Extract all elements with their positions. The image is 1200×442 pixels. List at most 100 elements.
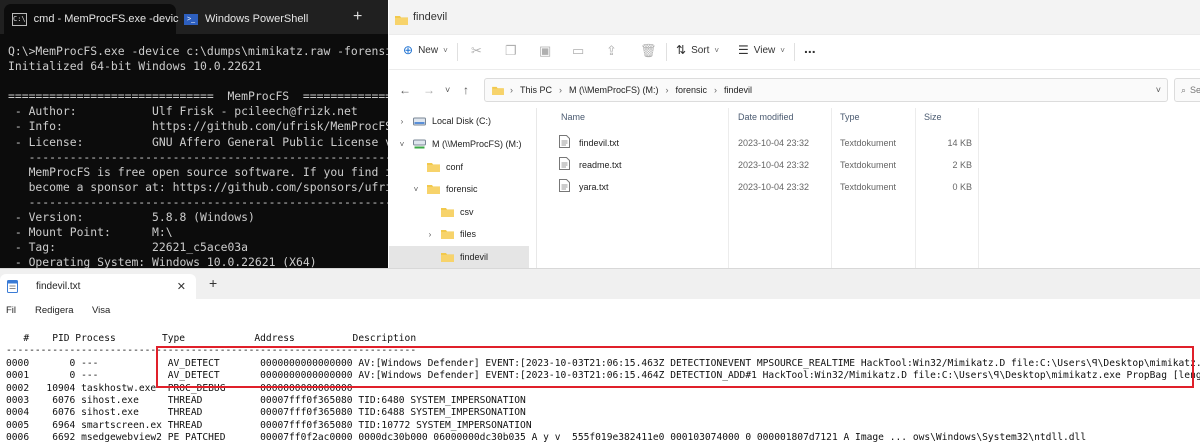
nav-item-files[interactable]: › files xyxy=(389,223,529,245)
folder-icon xyxy=(427,184,440,194)
new-tab-button[interactable]: + xyxy=(209,275,217,291)
terminal-tab-powershell[interactable]: >_ Windows PowerShell xyxy=(184,4,344,34)
command-bar: ⊕ New ˅ ✂ ❐ ▣ ▭ ⇪ 🗑 ⇅ Sort ˅ ☰ View ˅ ..… xyxy=(389,35,1200,70)
file-type: Textdokument xyxy=(840,138,897,148)
powershell-icon: >_ xyxy=(184,13,198,25)
nav-item-label: findevil xyxy=(460,252,489,262)
breadcrumb-chevron-icon: › xyxy=(510,85,513,95)
explorer-title-bar: findevil xyxy=(389,0,1200,35)
notepad-tab-findevil[interactable]: findevil.txt ✕ xyxy=(0,274,196,299)
terminal-tab-cmd[interactable]: C:\ cmd - MemProcFS.exe -devic ✕ xyxy=(4,4,196,34)
file-type: Textdokument xyxy=(840,182,897,192)
nav-item-label: files xyxy=(460,229,477,239)
divider xyxy=(457,43,458,61)
share-icon[interactable]: ⇪ xyxy=(606,43,617,59)
pane-divider xyxy=(536,108,537,268)
menu-view[interactable]: Visa xyxy=(92,305,110,316)
expand-chevron-icon[interactable]: ˅ xyxy=(411,185,421,194)
search-icon: ⌕ xyxy=(1181,84,1187,95)
menu-bar: Fil Redigera Visa xyxy=(0,299,1200,321)
breadcrumb-chevron-icon: › xyxy=(714,85,718,95)
highlight-annotation xyxy=(156,346,1194,388)
new-tab-button[interactable]: + xyxy=(353,8,362,26)
back-icon[interactable]: ← xyxy=(399,83,411,97)
search-input[interactable]: ⌕ Se xyxy=(1174,78,1200,102)
nav-item-findevil[interactable]: findevil xyxy=(389,246,529,268)
column-header-size[interactable]: Size xyxy=(924,112,942,122)
nav-item-label: conf xyxy=(446,162,464,172)
more-options-button[interactable]: ... xyxy=(804,40,816,56)
folder-icon xyxy=(441,229,454,239)
breadcrumb-drive[interactable]: M (\\MemProcFS) (M:) xyxy=(569,85,659,95)
new-button[interactable]: ⊕ New ˅ xyxy=(403,43,448,57)
text-file-icon xyxy=(559,179,570,194)
file-row[interactable]: findevil.txt 2023-10-04 23:32 Textdokument… xyxy=(541,132,1200,154)
file-row[interactable]: yara.txt 2023-10-04 23:32 Textdokument 0 KB xyxy=(541,176,1200,198)
nav-item-local-disk-c[interactable]: › Local Disk (C:) xyxy=(389,110,529,132)
delete-icon[interactable]: 🗑 xyxy=(640,43,657,59)
menu-file[interactable]: Fil xyxy=(6,305,16,316)
file-name: readme.txt xyxy=(579,160,622,170)
file-date: 2023-10-04 23:32 xyxy=(738,160,810,170)
rename-icon[interactable]: ▭ xyxy=(572,43,584,59)
view-button[interactable]: ☰ View ˅ xyxy=(738,43,785,57)
file-date: 2023-10-04 23:32 xyxy=(738,138,810,148)
chevron-down-icon: ˅ xyxy=(443,45,448,55)
file-list: Name Date modified Type Size findevil.tx… xyxy=(541,108,1200,268)
network-drive-icon xyxy=(413,139,426,149)
folder-icon xyxy=(441,252,454,262)
notepad-icon xyxy=(7,280,18,296)
nav-item-csv[interactable]: csv xyxy=(389,201,529,223)
file-size: 0 KB xyxy=(952,182,972,192)
navigation-pane: › Local Disk (C:) ˅ M (\\MemProcFS) (M:) con… xyxy=(389,108,529,268)
expand-chevron-icon[interactable]: › xyxy=(425,230,435,239)
nav-item-label: forensic xyxy=(446,184,478,194)
terminal-tab-label: cmd - MemProcFS.exe -devic xyxy=(33,13,179,25)
file-explorer-window[interactable]: findevil ⊕ New ˅ ✂ ❐ ▣ ▭ ⇪ 🗑 ⇅ Sort ˅ ☰ … xyxy=(389,0,1200,268)
sort-button[interactable]: ⇅ Sort ˅ xyxy=(676,43,719,57)
forward-icon[interactable]: → xyxy=(423,83,435,97)
file-date: 2023-10-04 23:32 xyxy=(738,182,810,192)
file-row[interactable]: readme.txt 2023-10-04 23:32 Textdokument 2 … xyxy=(541,154,1200,176)
sort-label: Sort xyxy=(691,44,710,56)
column-header-type[interactable]: Type xyxy=(840,112,860,122)
breadcrumb-chevron-icon: › xyxy=(559,85,563,95)
recent-chevron-icon[interactable]: ˅ xyxy=(445,85,450,95)
terminal-tab-label: Windows PowerShell xyxy=(205,13,309,25)
nav-item-m-memprocfs-m[interactable]: ˅ M (\\MemProcFS) (M:) xyxy=(389,133,529,155)
address-bar[interactable]: › This PC › M (\\MemProcFS) (M:) › foren… xyxy=(484,78,1168,102)
text-file-icon xyxy=(559,135,570,150)
file-size: 14 KB xyxy=(947,138,972,148)
menu-edit[interactable]: Redigera xyxy=(35,305,74,316)
folder-icon xyxy=(427,162,440,172)
terminal-window[interactable]: C:\ cmd - MemProcFS.exe -devic ✕ >_ Wind… xyxy=(0,0,388,268)
copy-icon[interactable]: ❐ xyxy=(505,43,517,59)
breadcrumb-chevron-icon: › xyxy=(665,85,669,95)
expand-chevron-icon[interactable]: ˅ xyxy=(397,140,407,149)
nav-item-label: csv xyxy=(460,207,474,217)
chevron-down-icon[interactable]: ˅ xyxy=(1156,85,1161,95)
breadcrumb-forensic[interactable]: forensic xyxy=(676,85,708,95)
expand-chevron-icon[interactable]: › xyxy=(397,117,407,126)
address-row: ← → ˅ ↑ › This PC › M (\\MemProcFS) (M:)… xyxy=(389,70,1200,108)
column-header-date[interactable]: Date modified xyxy=(738,112,794,122)
sort-icon: ⇅ xyxy=(676,43,687,57)
column-header-name[interactable]: Name xyxy=(561,112,585,122)
divider xyxy=(794,43,795,61)
nav-item-forensic[interactable]: ˅ forensic xyxy=(389,178,529,200)
paste-icon[interactable]: ▣ xyxy=(539,43,551,59)
file-name: yara.txt xyxy=(579,182,609,192)
breadcrumb-findevil[interactable]: findevil xyxy=(724,85,752,95)
plus-circle-icon: ⊕ xyxy=(403,43,414,57)
chevron-down-icon: ˅ xyxy=(780,45,785,55)
terminal-output[interactable]: Q:\>MemProcFS.exe -device c:\dumps\mimik… xyxy=(8,44,388,268)
cut-icon[interactable]: ✂ xyxy=(471,43,482,59)
notepad-tab-label: findevil.txt xyxy=(36,281,81,292)
close-icon[interactable]: ✕ xyxy=(177,280,186,293)
nav-item-conf[interactable]: conf xyxy=(389,156,529,178)
breadcrumb-this-pc[interactable]: This PC xyxy=(520,85,552,95)
up-icon[interactable]: ↑ xyxy=(463,83,469,97)
chevron-down-icon: ˅ xyxy=(714,45,720,55)
file-size: 2 KB xyxy=(952,160,972,170)
view-icon: ☰ xyxy=(738,43,749,57)
